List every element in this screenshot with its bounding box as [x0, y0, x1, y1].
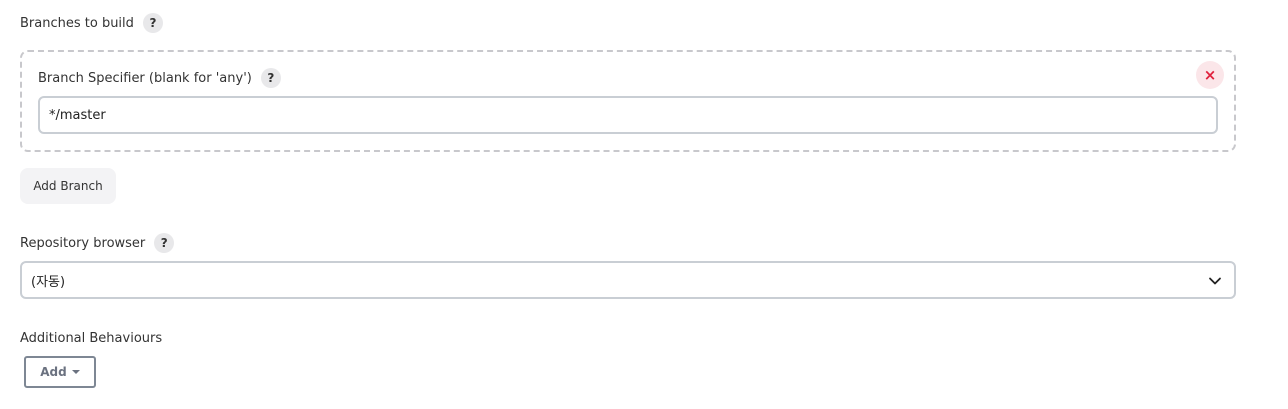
repository-browser-row: Repository browser ? — [20, 232, 175, 254]
help-icon[interactable]: ? — [154, 233, 175, 253]
repository-browser-label: Repository browser — [20, 235, 146, 251]
add-behaviour-label: Add — [40, 365, 67, 379]
branches-to-build-row: Branches to build ? — [20, 12, 163, 34]
additional-behaviours-row: Additional Behaviours — [20, 327, 162, 349]
branch-specifier-label: Branch Specifier (blank for 'any') — [38, 70, 252, 86]
repository-browser-selected: (자동) — [31, 274, 66, 290]
help-icon[interactable]: ? — [260, 68, 281, 88]
branches-to-build-label: Branches to build — [20, 15, 134, 31]
branch-specifier-row: Branch Specifier (blank for 'any') ? — [38, 67, 281, 89]
additional-behaviours-label: Additional Behaviours — [20, 330, 163, 346]
caret-down-icon — [71, 370, 80, 374]
remove-branch-button[interactable]: × — [1196, 61, 1224, 89]
add-branch-button[interactable]: Add Branch — [20, 168, 116, 204]
close-icon: × — [1203, 66, 1217, 84]
chevron-down-icon — [1209, 277, 1221, 285]
repository-browser-select[interactable]: (자동) — [20, 261, 1236, 299]
branch-specifier-input[interactable]: */master — [38, 96, 1218, 134]
add-behaviour-button[interactable]: Add — [24, 356, 96, 388]
help-icon[interactable]: ? — [142, 13, 163, 33]
branch-specifier-value: */master — [49, 107, 106, 123]
